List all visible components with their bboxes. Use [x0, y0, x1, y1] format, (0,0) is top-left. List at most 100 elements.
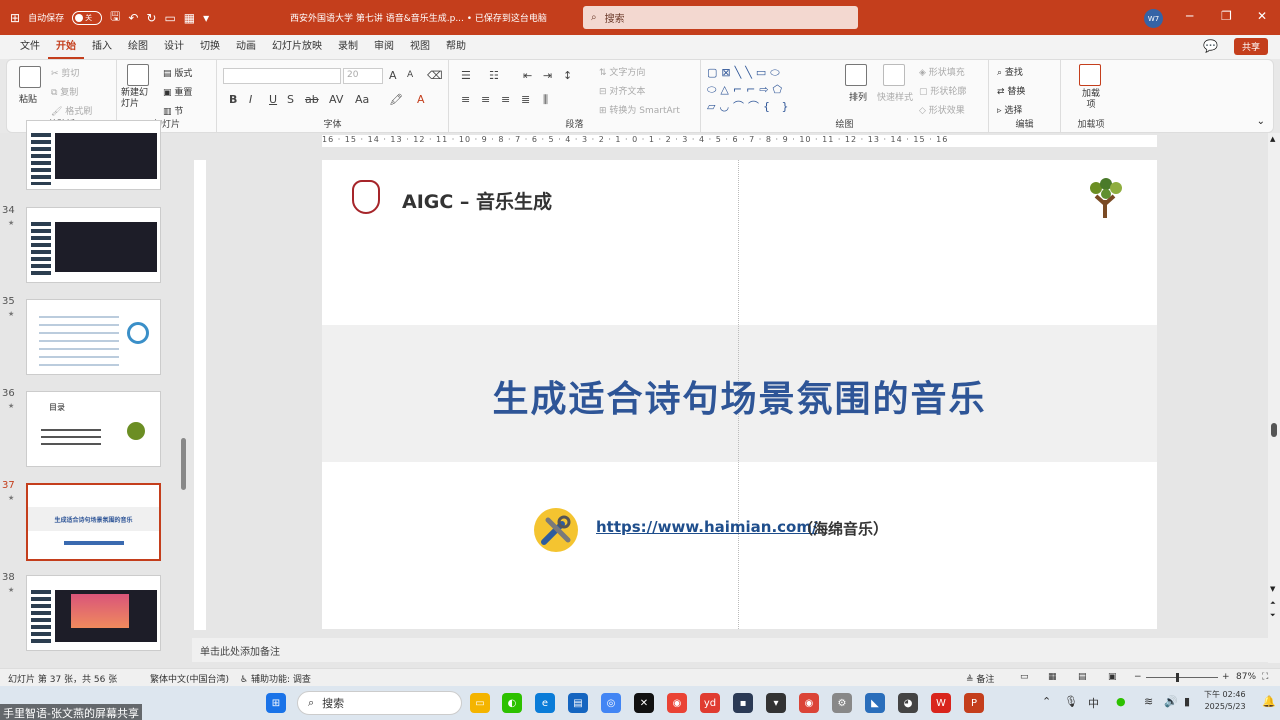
- meeting-icon[interactable]: ◎: [601, 693, 621, 713]
- layout-button[interactable]: ▤ 版式: [163, 66, 192, 79]
- clear-format-icon[interactable]: ⌫: [427, 69, 443, 82]
- justify-icon[interactable]: ≣: [521, 93, 530, 106]
- font-size-select[interactable]: 20: [343, 68, 383, 84]
- zoom-slider[interactable]: [1146, 677, 1218, 678]
- slide-thumbnail-37-selected[interactable]: 生成适合诗句场景氛围的音乐: [26, 483, 161, 561]
- decrease-indent-icon[interactable]: ⇤: [523, 69, 532, 82]
- bold-icon[interactable]: B: [229, 93, 237, 106]
- arrange-icon[interactable]: [845, 64, 867, 86]
- microphone-icon[interactable]: 🎙: [1064, 695, 1078, 708]
- slide-heading[interactable]: AIGC – 音乐生成: [402, 187, 552, 214]
- customize-dropdown-icon[interactable]: ▾: [203, 11, 209, 25]
- paint-icon[interactable]: ◣: [865, 693, 885, 713]
- paste-icon[interactable]: [19, 66, 41, 88]
- tray-overflow-icon[interactable]: ⌃: [1042, 695, 1051, 708]
- youdao-icon[interactable]: yd: [700, 693, 720, 713]
- tab-review[interactable]: 审阅: [366, 35, 402, 59]
- underline-icon[interactable]: U: [269, 93, 277, 106]
- replace-button[interactable]: ⇄ 替换: [997, 84, 1025, 97]
- capcut-icon[interactable]: ✕: [634, 693, 654, 713]
- spacing-icon[interactable]: AV: [329, 93, 343, 106]
- bullets-icon[interactable]: ☰: [461, 69, 471, 82]
- align-text-button[interactable]: ⊟ 对齐文本: [599, 84, 645, 97]
- slide-thumbnail-34[interactable]: [26, 207, 161, 283]
- language-indicator[interactable]: 繁体中文(中国台湾): [150, 672, 229, 685]
- present-icon[interactable]: ▭: [164, 11, 175, 25]
- paste-button[interactable]: 粘贴: [19, 92, 37, 105]
- slide-main-title[interactable]: 生成适合诗句场景氛围的音乐: [322, 370, 1157, 422]
- section-button[interactable]: ▥ 节: [163, 104, 183, 117]
- scroll-up-icon[interactable]: ▲: [1270, 135, 1275, 143]
- notification-icon[interactable]: 🔔: [1262, 695, 1276, 708]
- restore-icon[interactable]: ❐: [1221, 9, 1232, 23]
- find-button[interactable]: ⌕ 查找: [997, 65, 1023, 78]
- shape-fill-button[interactable]: ◈ 形状填充: [919, 65, 965, 78]
- tab-view[interactable]: 视图: [402, 35, 438, 59]
- tab-file[interactable]: 文件: [12, 35, 48, 59]
- grow-font-icon[interactable]: A: [389, 69, 397, 82]
- shape-effects-button[interactable]: ◇ 形状效果: [919, 103, 965, 116]
- tab-transitions[interactable]: 切换: [192, 35, 228, 59]
- notes-button[interactable]: ≜ 备注: [966, 672, 994, 685]
- share-button[interactable]: 共享: [1233, 38, 1268, 55]
- copy-button[interactable]: ⧉ 复制: [51, 85, 78, 98]
- thumbnail-scroll-thumb[interactable]: [181, 438, 186, 490]
- ime-indicator[interactable]: 中: [1088, 695, 1099, 711]
- columns-icon[interactable]: ⫼: [543, 93, 548, 107]
- slideshow-icon[interactable]: ▣: [1108, 672, 1117, 682]
- current-slide[interactable]: AIGC – 音乐生成 生成适合诗句场景氛围的音乐 https://www.ha…: [322, 160, 1157, 629]
- edge-icon[interactable]: e: [535, 693, 555, 713]
- collapse-ribbon-icon[interactable]: ⌄: [1257, 116, 1265, 127]
- reading-view-icon[interactable]: ▤: [1078, 672, 1087, 682]
- smartart-button[interactable]: ⊞ 转换为 SmartArt: [599, 103, 680, 116]
- cut-button[interactable]: ✂ 剪切: [51, 66, 79, 79]
- title-search-box[interactable]: ⌕ 搜索: [583, 6, 858, 29]
- wechat-icon[interactable]: ◐: [502, 693, 522, 713]
- minimize-icon[interactable]: ─: [1186, 9, 1193, 23]
- shrink-font-icon[interactable]: A: [407, 70, 413, 80]
- volume-icon[interactable]: 🔊: [1164, 695, 1178, 708]
- increase-indent-icon[interactable]: ⇥: [543, 69, 552, 82]
- redo-icon[interactable]: ↻: [146, 11, 156, 25]
- align-right-icon[interactable]: ≡: [501, 93, 510, 106]
- normal-view-icon[interactable]: ▭: [1020, 672, 1029, 682]
- slide-sorter-icon[interactable]: ▦: [1048, 672, 1057, 682]
- tab-insert[interactable]: 插入: [84, 35, 120, 59]
- slide-thumbnail-36[interactable]: 目录: [26, 391, 161, 467]
- accessibility-button[interactable]: ♿ 辅助功能: 调查: [240, 672, 311, 685]
- format-painter-button[interactable]: 🖌 格式刷: [51, 104, 92, 117]
- select-button[interactable]: ▹ 选择: [997, 103, 1022, 116]
- thumbnail-scrollbar[interactable]: [180, 138, 187, 663]
- comments-icon[interactable]: 💬: [1203, 39, 1218, 53]
- highlight-icon[interactable]: 🖍: [389, 93, 403, 106]
- new-slide-button[interactable]: 新建幻灯片: [121, 88, 155, 110]
- document-title[interactable]: 西安外国语大学 第七讲 语音&音乐生成.p... • 已保存到这台电脑: [290, 11, 580, 24]
- chrome-alt-icon[interactable]: ◉: [799, 693, 819, 713]
- fit-slide-icon[interactable]: ⛶: [1262, 672, 1268, 682]
- battery-icon[interactable]: ▮: [1184, 695, 1190, 708]
- new-slide-icon[interactable]: [127, 64, 149, 86]
- slide-thumbnail-38[interactable]: [26, 575, 161, 651]
- wps-icon[interactable]: W: [931, 693, 951, 713]
- next-slide-icon[interactable]: ⏷: [1270, 611, 1276, 620]
- align-center-icon[interactable]: ≡: [481, 93, 490, 106]
- settings-icon[interactable]: ⚙: [832, 693, 852, 713]
- undo-icon[interactable]: ↶: [128, 11, 138, 25]
- quick-styles-icon[interactable]: [883, 64, 905, 86]
- font-family-select[interactable]: [223, 68, 341, 84]
- layout-icon[interactable]: ▦: [184, 11, 195, 25]
- canvas-scrollbar[interactable]: ▲ ▼ ⏶ ⏷: [1268, 133, 1280, 663]
- addins-button[interactable]: 加载项: [1079, 89, 1103, 111]
- close-icon[interactable]: ✕: [1257, 9, 1267, 23]
- powerpoint-icon[interactable]: P: [964, 693, 984, 713]
- system-clock[interactable]: 下午 02:46 2025/5/23: [1204, 689, 1246, 713]
- reset-button[interactable]: ▣ 重置: [163, 85, 192, 98]
- haimian-link[interactable]: https://www.haimian.com/: [596, 518, 817, 536]
- change-case-icon[interactable]: Aa: [355, 93, 369, 106]
- user-avatar[interactable]: W7: [1144, 9, 1163, 28]
- canvas-scroll-thumb[interactable]: [1271, 423, 1277, 437]
- zoom-in-icon[interactable]: +: [1222, 672, 1230, 682]
- tab-help[interactable]: 帮助: [438, 35, 474, 59]
- quick-styles-button[interactable]: 快速样式: [877, 90, 913, 103]
- autosave-toggle[interactable]: 关: [72, 10, 103, 25]
